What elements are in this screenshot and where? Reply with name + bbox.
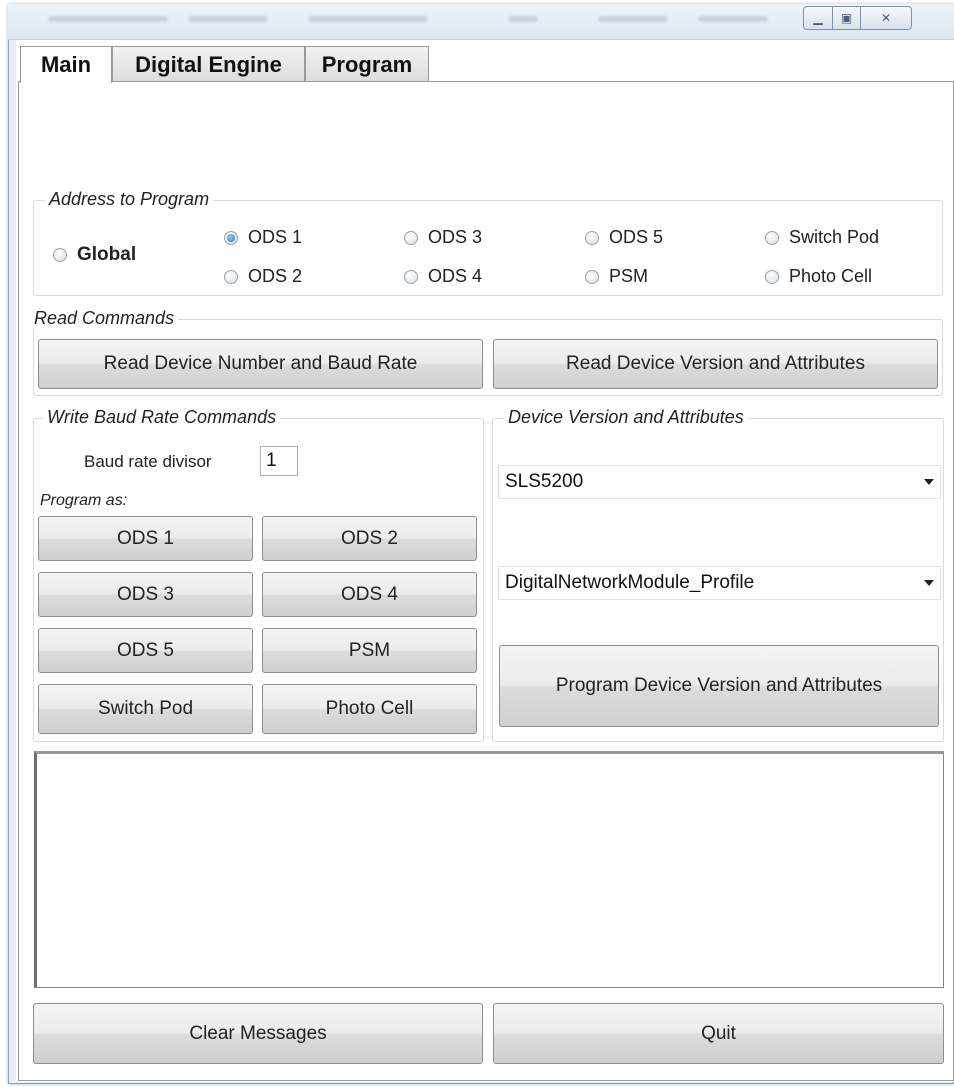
button-label: Read Device Version and Attributes — [566, 353, 865, 374]
select-value: SLS5200 — [505, 471, 584, 492]
quit-button[interactable]: Quit — [493, 1003, 944, 1064]
radio-ods-2-dot — [224, 269, 238, 284]
radio-label: ODS 2 — [248, 266, 303, 286]
button-label: ODS 1 — [116, 527, 175, 549]
minimize-icon: ▁ — [813, 11, 823, 25]
device-version-legend: Device Version and Attributes — [504, 407, 748, 428]
tab-label: Digital Engine — [135, 51, 282, 77]
messages-textarea[interactable] — [34, 751, 944, 988]
radio-label: ODS 4 — [428, 266, 483, 286]
radio-ods-1[interactable]: ODS 1 — [224, 227, 302, 248]
button-label: Program Device Version and Attributes — [555, 675, 883, 696]
device-version-select[interactable]: SLS5200 — [498, 465, 941, 499]
radio-ods-1-dot — [224, 230, 238, 245]
chevron-down-icon — [924, 580, 934, 586]
program-device-version-button[interactable]: Program Device Version and Attributes — [499, 645, 939, 727]
button-label: ODS 5 — [116, 639, 175, 661]
button-label: Clear Messages — [189, 1022, 327, 1044]
address-group-legend: Address to Program — [45, 189, 214, 210]
tab-main[interactable]: Main — [20, 46, 112, 83]
tab-label: Main — [40, 52, 92, 77]
program-as-ods-4-button[interactable]: ODS 4 — [262, 572, 477, 617]
radio-global-label: Global — [77, 244, 137, 265]
tab-digital-engine[interactable]: Digital Engine — [112, 46, 305, 82]
radio-label: Switch Pod — [789, 227, 880, 247]
blurred-title — [188, 16, 268, 22]
clear-messages-button[interactable]: Clear Messages — [33, 1003, 483, 1064]
radio-ods-2[interactable]: ODS 2 — [224, 266, 302, 287]
radio-ods-5-dot — [585, 230, 599, 245]
blurred-title — [48, 16, 168, 22]
program-as-ods-5-button[interactable]: ODS 5 — [38, 628, 253, 673]
blurred-title — [598, 16, 668, 22]
close-button[interactable]: ✕ — [861, 6, 912, 30]
maximize-icon: ▣ — [840, 11, 853, 25]
radio-label: Photo Cell — [789, 266, 873, 286]
program-as-switch-pod-button[interactable]: Switch Pod — [38, 684, 253, 734]
button-label: ODS 3 — [116, 583, 175, 605]
button-label: Photo Cell — [325, 698, 414, 719]
blurred-title — [698, 16, 768, 22]
radio-ods-5[interactable]: ODS 5 — [585, 227, 663, 248]
program-as-ods-1-button[interactable]: ODS 1 — [38, 516, 253, 561]
baud-rate-divisor-input[interactable]: 1 — [260, 446, 298, 476]
button-label: Quit — [701, 1022, 736, 1044]
tab-program[interactable]: Program — [305, 46, 429, 82]
radio-label: PSM — [609, 266, 649, 286]
close-icon: ✕ — [880, 11, 892, 25]
minimize-button[interactable]: ▁ — [803, 6, 833, 30]
radio-switch-pod[interactable]: Switch Pod — [765, 227, 879, 248]
window-controls: ▁ ▣ ✕ — [803, 6, 951, 30]
radio-photo-cell[interactable]: Photo Cell — [765, 266, 872, 287]
radio-label: ODS 3 — [428, 227, 483, 247]
program-as-label: Program as: — [40, 492, 128, 509]
program-as-psm-button[interactable]: PSM — [262, 628, 477, 673]
program-as-ods-2-button[interactable]: ODS 2 — [262, 516, 477, 561]
write-baud-legend: Write Baud Rate Commands — [43, 407, 281, 428]
radio-label: ODS 5 — [609, 227, 664, 247]
radio-psm-dot — [585, 269, 599, 284]
button-label: ODS 2 — [340, 527, 399, 549]
button-label: Switch Pod — [97, 698, 194, 719]
radio-global-dot — [53, 248, 67, 262]
button-label: PSM — [348, 639, 391, 661]
read-commands-legend: Read Commands — [30, 308, 179, 329]
button-label: Read Device Number and Baud Rate — [103, 353, 418, 374]
baud-rate-divisor-label: Baud rate divisor — [84, 452, 212, 471]
blurred-title — [508, 16, 538, 22]
radio-label: ODS 1 — [248, 227, 303, 247]
blurred-title — [308, 16, 428, 22]
radio-ods-4[interactable]: ODS 4 — [404, 266, 482, 287]
maximize-button[interactable]: ▣ — [833, 6, 861, 30]
chevron-down-icon — [924, 479, 934, 485]
radio-switch-pod-dot — [765, 230, 779, 245]
radio-psm[interactable]: PSM — [585, 266, 648, 287]
read-device-version-attributes-button[interactable]: Read Device Version and Attributes — [493, 339, 938, 389]
program-as-photo-cell-button[interactable]: Photo Cell — [262, 684, 477, 734]
tab-label: Program — [321, 51, 413, 77]
radio-ods-3[interactable]: ODS 3 — [404, 227, 482, 248]
radio-ods-4-dot — [404, 269, 418, 284]
select-value: DigitalNetworkModule_Profile — [505, 572, 755, 593]
radio-global[interactable]: Global — [53, 244, 136, 266]
radio-photo-cell-dot — [765, 269, 779, 284]
radio-ods-3-dot — [404, 230, 418, 245]
program-as-ods-3-button[interactable]: ODS 3 — [38, 572, 253, 617]
read-device-number-baud-button[interactable]: Read Device Number and Baud Rate — [38, 339, 483, 389]
button-label: ODS 4 — [340, 583, 399, 605]
device-profile-select[interactable]: DigitalNetworkModule_Profile — [498, 566, 941, 600]
